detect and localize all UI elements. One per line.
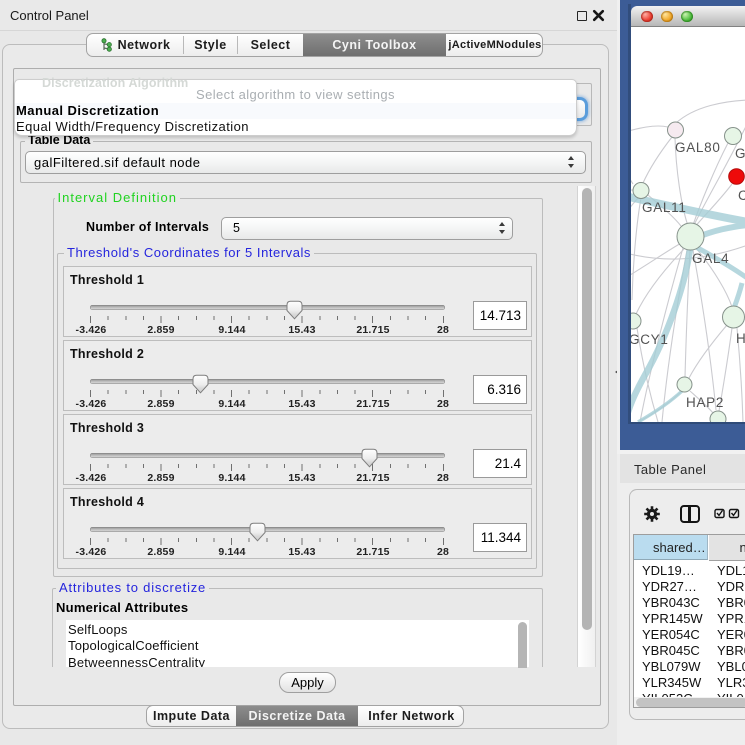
svg-text:GCY1: GCY1 <box>631 332 669 347</box>
svg-text:GA: GA <box>735 146 745 161</box>
svg-text:HAP2: HAP2 <box>686 395 724 410</box>
svg-text:GAL80: GAL80 <box>675 140 721 155</box>
svg-text:CY: CY <box>738 188 745 203</box>
svg-text:GAL11: GAL11 <box>642 200 687 215</box>
svg-text:H: H <box>736 331 745 346</box>
svg-text:GAL4: GAL4 <box>692 251 729 266</box>
